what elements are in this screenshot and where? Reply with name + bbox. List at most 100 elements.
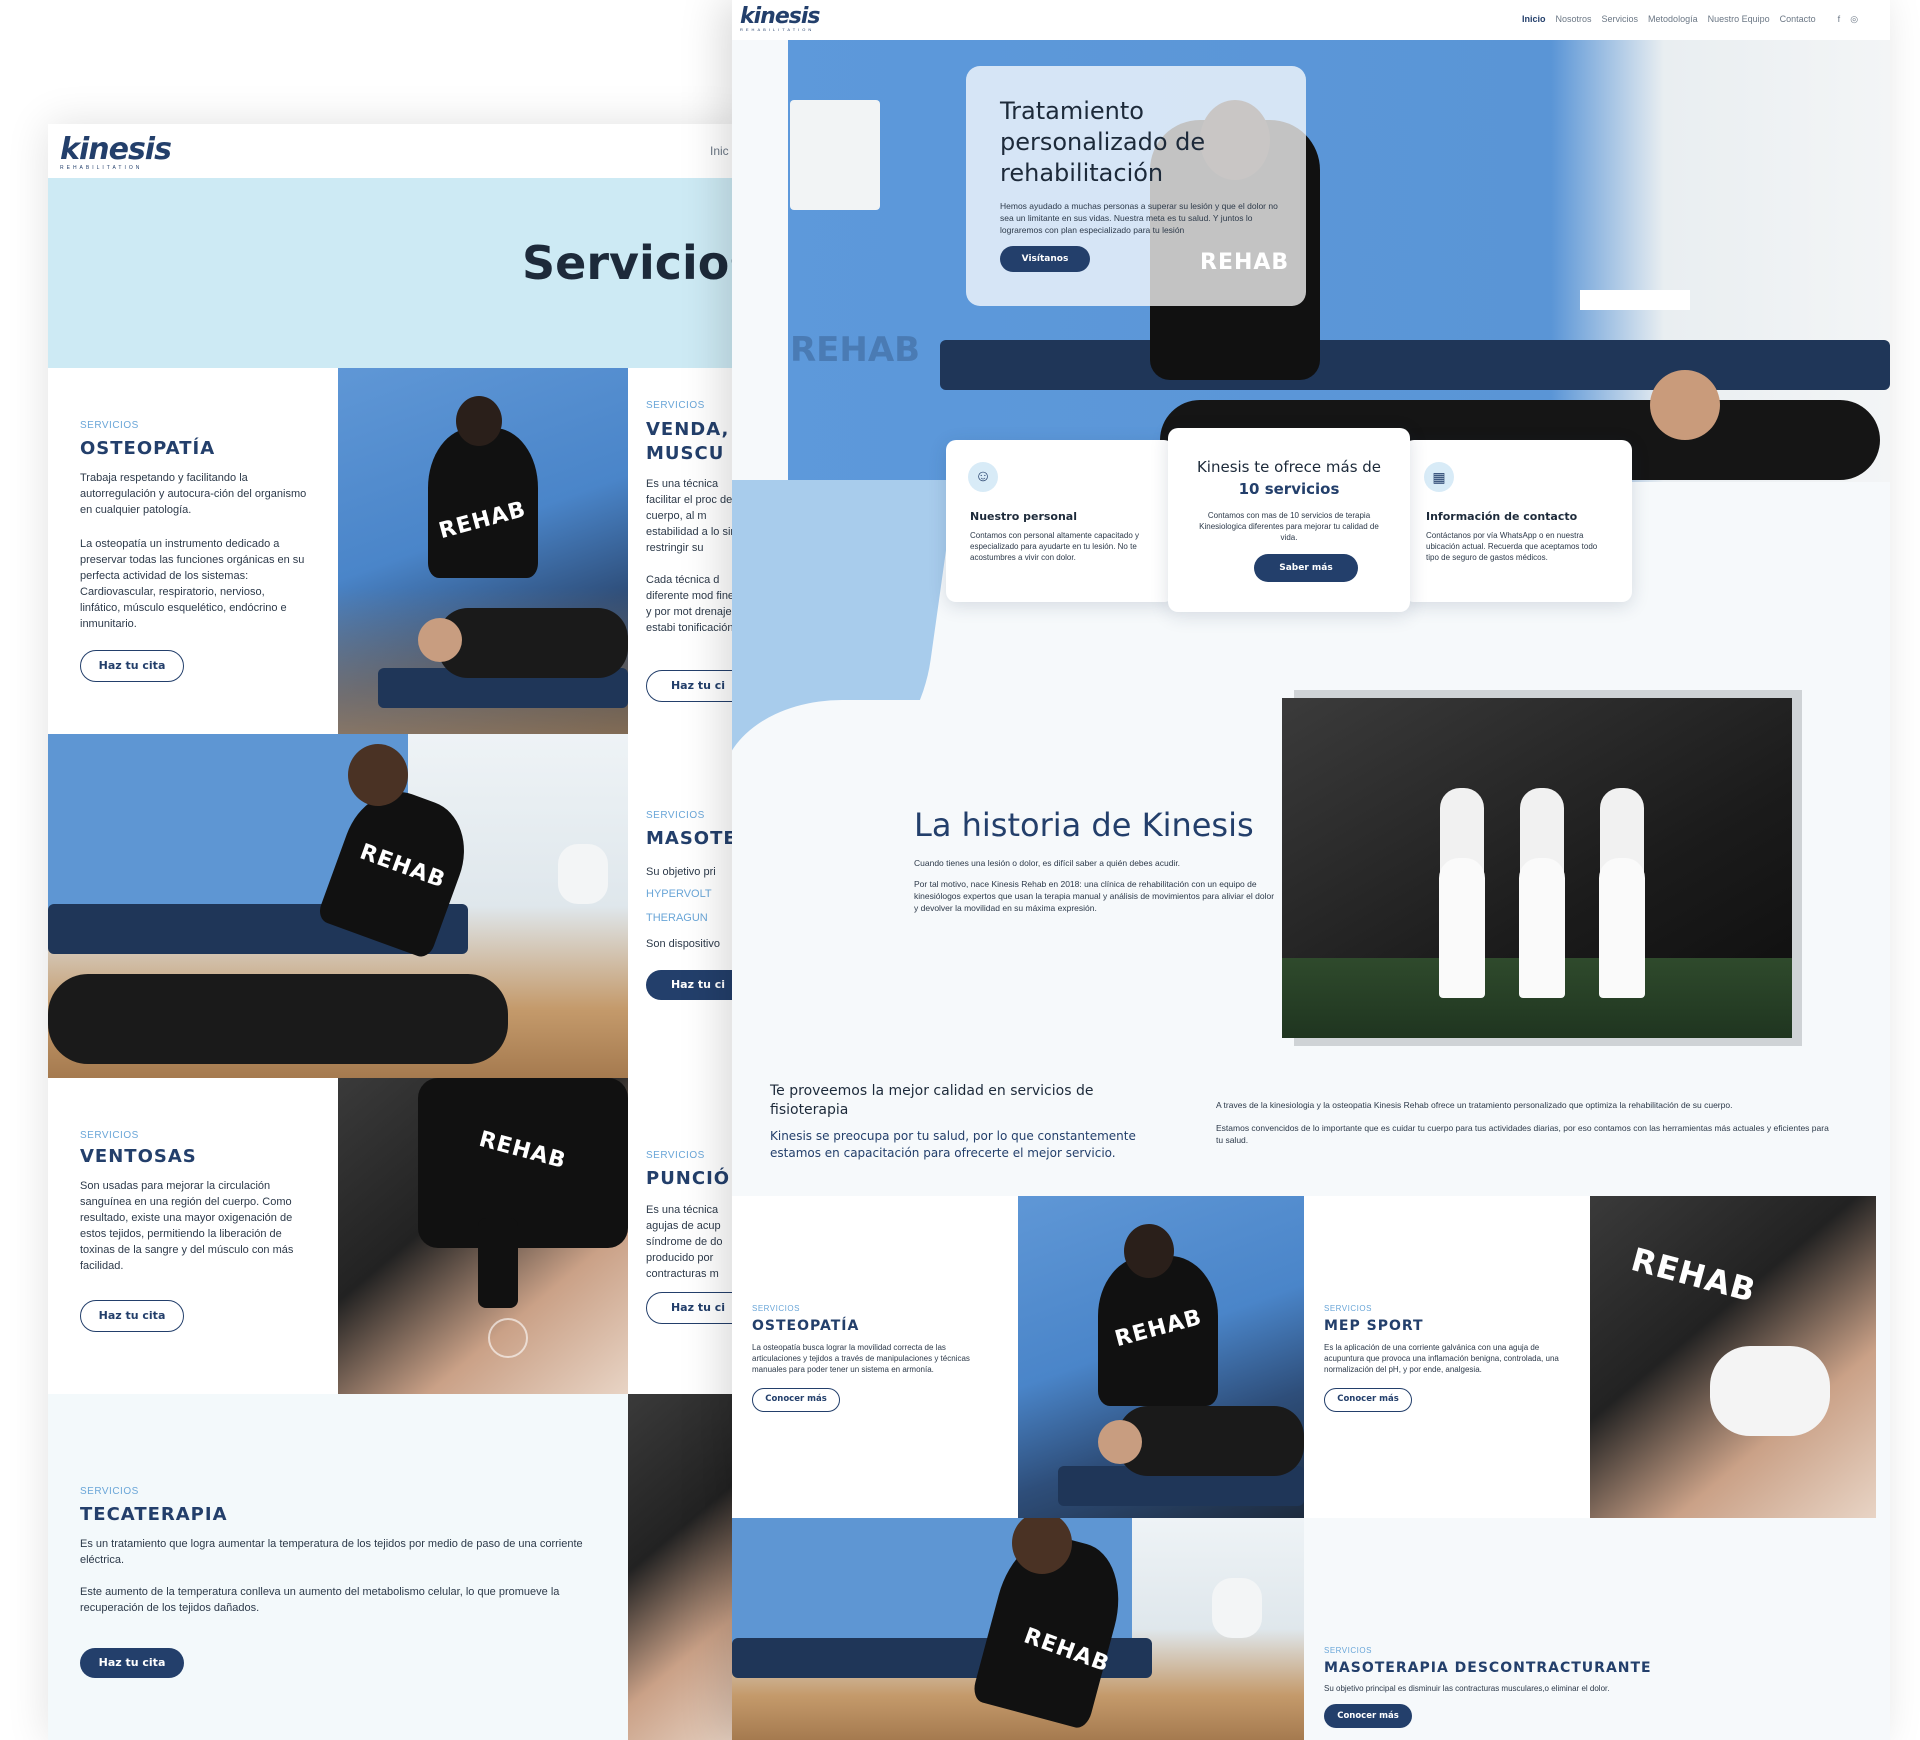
service-label: SERVICIOS (1324, 1646, 1372, 1655)
card-title: Información de contacto (1426, 510, 1578, 523)
book-button[interactable]: Haz tu cita (80, 650, 184, 682)
page-title: Servicios (522, 236, 748, 290)
service-label: SERVICIOS (80, 1486, 139, 1497)
photo-ventosas: REHAB (338, 1078, 628, 1394)
service-puncion: SERVICIOS PUNCIÓ Es una técnica agujas d… (628, 1078, 748, 1394)
service-text: Su objetivo pri (646, 866, 716, 878)
service-label: SERVICIOS (752, 1304, 800, 1313)
theragun-link[interactable]: THERAGUN (646, 912, 708, 924)
service-label: SERVICIOS (80, 1130, 139, 1141)
service-text: Es un tratamiento que logra aumentar la … (80, 1538, 583, 1566)
nav-item-nuestro-equipo[interactable]: Nuestro Equipo (1708, 14, 1770, 25)
nav-item-servicios[interactable]: Servicios (1602, 14, 1639, 25)
front-page: kinesis REHABILITATION Inicio Nosotros S… (732, 0, 1890, 1740)
services-hero: Servicios (48, 178, 748, 368)
nav-item-contacto[interactable]: Contacto (1780, 14, 1816, 25)
photo-mep-sport: REHAB (1590, 1196, 1876, 1518)
service-title: OSTEOPATÍA (752, 1318, 860, 1334)
service-title: VENDA, MUSCU (646, 419, 730, 464)
nav-item-metodologia[interactable]: Metodología (1648, 14, 1698, 25)
hero-title: Tratamiento personalizado de rehabilitac… (1000, 97, 1206, 187)
quality-text: A traves de la kinesiologia y la osteopa… (1216, 1100, 1733, 1110)
quality-text-2: Estamos convencidos de lo importante que… (1216, 1123, 1829, 1145)
card-text: Contáctanos por vía WhatsApp o en nuestr… (1426, 531, 1598, 562)
learn-more-button[interactable]: Conocer más (752, 1388, 840, 1412)
hero-photo: REHAB REHAB (760, 40, 1890, 482)
photo-osteopatia: REHAB (1018, 1196, 1304, 1518)
service-text-2: Este aumento de la temperatura conlleva … (80, 1586, 560, 1614)
service-text-2: La osteopatía un instrumento dedicado a … (80, 538, 305, 630)
learn-more-button[interactable]: Conocer más (1324, 1704, 1412, 1728)
service-title: TECATERAPIA (80, 1504, 228, 1525)
service-label: SERVICIOS (646, 400, 705, 411)
quality-title: Te proveemos la mejor calidad en servici… (770, 1083, 1094, 1118)
service-masoterapia: SERVICIOS MASOTERAPIA DESCONTRACTURANTE … (1304, 1518, 1890, 1740)
service-text-2: Son dispositivo (646, 938, 720, 950)
card-title: Kinesis te ofrece más de (1196, 458, 1382, 476)
service-text: La osteopatía busca lograr la movilidad … (752, 1343, 970, 1374)
service-label: SERVICIOS (80, 420, 139, 431)
service-text: Su objetivo principal es disminuir las c… (1324, 1684, 1610, 1693)
service-label: SERVICIOS (646, 810, 705, 821)
service-vendaje: SERVICIOS VENDA, MUSCU Es una técnica fa… (628, 368, 748, 734)
card-text: Contamos con mas de 10 servicios de tera… (1199, 511, 1379, 542)
logo-sub: REHABILITATION (740, 27, 815, 32)
book-button[interactable]: Haz tu cita (80, 1648, 184, 1678)
service-tecaterapia: SERVICIOS TECATERAPIA Es un tratamiento … (48, 1394, 628, 1740)
card-personal: ☺ Nuestro personal Contamos con personal… (946, 440, 1174, 602)
service-title: VENTOSAS (80, 1146, 197, 1167)
card-contact: ▦ Información de contacto Contáctanos po… (1404, 440, 1632, 602)
service-label: SERVICIOS (1324, 1304, 1372, 1313)
service-masoterapia: SERVICIOS MASOTE Su objetivo pri HYPERVO… (628, 734, 748, 1078)
decor-fade (732, 700, 922, 840)
front-logo[interactable]: kinesis REHABILITATION (740, 4, 820, 32)
card-text: Contamos con personal altamente capacita… (970, 531, 1139, 562)
nav-item-nosotros[interactable]: Nosotros (1556, 14, 1592, 25)
quality-subtitle: Kinesis se preocupa por tu salud, por lo… (770, 1129, 1136, 1160)
service-text: Son usadas para mejorar la circulación s… (80, 1180, 294, 1272)
nav-item-inicio[interactable]: Inicio (1522, 14, 1546, 25)
service-osteopatia: SERVICIOS OSTEOPATÍA Trabaja respetando … (48, 368, 338, 734)
service-title: PUNCIÓ (646, 1168, 731, 1189)
learn-more-button[interactable]: Conocer más (1324, 1388, 1412, 1412)
learn-more-button[interactable]: Saber más (1254, 554, 1358, 582)
calendar-icon: ▦ (1424, 462, 1454, 492)
service-ventosas: SERVICIOS VENTOSAS Son usadas para mejor… (48, 1078, 338, 1394)
service-text: Es una técnica facilitar el proc del cue… (646, 478, 737, 554)
logo-text: kinesis (740, 4, 820, 29)
hero-card: Tratamiento personalizado de rehabilitac… (966, 66, 1306, 306)
back-logo[interactable]: kinesis REHABILITATION (60, 132, 172, 171)
service-text: Es una técnica agujas de acup síndrome d… (646, 1204, 723, 1280)
service-osteopatia: SERVICIOS OSTEOPATÍA La osteopatía busca… (732, 1196, 1018, 1518)
history-text: Cuando tienes una lesión o dolor, es dif… (914, 858, 1181, 868)
back-page: kinesis REHABILITATION Inic Servicios SE… (48, 124, 748, 1740)
wall-text: REHAB (790, 330, 921, 370)
hypervolt-link[interactable]: HYPERVOLT (646, 888, 712, 900)
service-mep-sport: SERVICIOS MEP SPORT Es la aplicación de … (1304, 1196, 1590, 1518)
card-title-2: 10 servicios (1238, 480, 1340, 498)
photo-masoterapia: REHAB (48, 734, 628, 1078)
logo-text: kinesis (60, 132, 172, 167)
facebook-icon[interactable]: f (1838, 14, 1841, 25)
photo-tecaterapia (628, 1394, 748, 1740)
team-photo (1282, 698, 1792, 1038)
service-title: MASOTERAPIA DESCONTRACTURANTE (1324, 1660, 1652, 1676)
visit-button[interactable]: Visítanos (1000, 246, 1090, 272)
service-title: OSTEOPATÍA (80, 438, 216, 459)
nav-item-inicio[interactable]: Inic (710, 144, 729, 158)
instagram-icon[interactable]: ◎ (1850, 14, 1858, 25)
card-services: Kinesis te ofrece más de 10 servicios Co… (1168, 428, 1410, 612)
hero-text: Hemos ayudado a muchas personas a supera… (1000, 201, 1278, 235)
service-title: MEP SPORT (1324, 1318, 1424, 1334)
book-button[interactable]: Haz tu cita (80, 1300, 184, 1332)
service-label: SERVICIOS (646, 1150, 705, 1161)
card-title: Nuestro personal (970, 510, 1078, 523)
history-text-2: Por tal motivo, nace Kinesis Rehab en 20… (914, 879, 1275, 913)
history-title: La historia de Kinesis (914, 806, 1254, 844)
shirt-logo: REHAB (1627, 1240, 1761, 1310)
front-header: kinesis REHABILITATION Inicio Nosotros S… (732, 0, 1890, 40)
staff-icon: ☺ (968, 462, 998, 492)
photo-masoterapia: REHAB (732, 1518, 1304, 1740)
service-text-2: Cada técnica d diferente mod fines y por… (646, 574, 740, 634)
main-nav: Inicio Nosotros Servicios Metodología Nu… (1512, 14, 1858, 25)
